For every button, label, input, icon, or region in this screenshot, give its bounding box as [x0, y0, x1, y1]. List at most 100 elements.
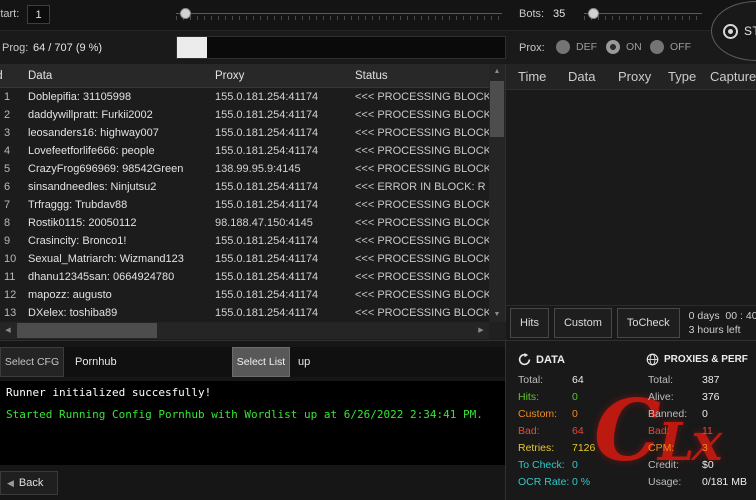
slider-track: [584, 13, 702, 14]
row-proxy: 155.0.181.254:41174: [215, 271, 355, 283]
radio-label: OFF: [670, 41, 691, 53]
table-row[interactable]: 2 daddywillpratt: Furkii2002 155.0.181.2…: [0, 106, 489, 124]
row-proxy: 155.0.181.254:41174: [215, 127, 355, 139]
stat-label: CPM:: [648, 442, 702, 455]
proxy-stats-rows: Total: 387 Alive: 376 Banned: 0 Bad: [648, 374, 747, 489]
row-proxy: 155.0.181.254:41174: [215, 307, 355, 319]
table-row[interactable]: 5 CrazyFrog696969: 98542Green 138.99.95.…: [0, 160, 489, 178]
slider-thumb[interactable]: [588, 8, 599, 19]
start-label: Start:: [0, 8, 19, 20]
top-bar: Start: Bots: 35: [0, 0, 756, 30]
table-row[interactable]: 10 Sexual_Matriarch: Wizmand123 155.0.18…: [0, 250, 489, 268]
row-id: 2: [0, 109, 28, 121]
back-button-label: Back: [19, 477, 43, 489]
table-row[interactable]: 9 Crasincity: Bronco1! 155.0.181.254:411…: [0, 232, 489, 250]
column-header-data[interactable]: Data: [28, 70, 215, 82]
row-id: 6: [0, 181, 28, 193]
start-input[interactable]: [27, 5, 50, 24]
row-data: mapozz: augusto: [28, 289, 215, 301]
table-row[interactable]: 6 sinsandneedles: Ninjutsu2 155.0.181.25…: [0, 178, 489, 196]
start-slider[interactable]: [176, 6, 502, 22]
progress-bar: [176, 36, 506, 59]
table-row[interactable]: 8 Rostik0115: 20050112 98.188.47.150:414…: [0, 214, 489, 232]
stat-row: OCR Rate: 0 %: [518, 476, 595, 489]
results-table: Id Data Proxy Status 1 Doblepifia: 31105…: [0, 64, 506, 340]
stat-row: Hits: 0: [518, 391, 595, 404]
stat-label: OCR Rate:: [518, 476, 572, 489]
data-section-header: DATA: [518, 353, 565, 366]
proxy-mode-def-radio[interactable]: DEF: [556, 40, 597, 54]
stat-row: Total: 387: [648, 374, 747, 387]
scroll-left-icon[interactable]: ◀: [0, 322, 16, 339]
custom-button[interactable]: Custom: [554, 308, 612, 338]
slider-ticks: [176, 16, 502, 20]
results-table-header: Id Data Proxy Status: [0, 64, 489, 88]
stat-value: 376: [702, 391, 720, 404]
data-section-title: DATA: [536, 354, 565, 366]
stat-value: 64: [572, 425, 584, 438]
table-row[interactable]: 12 mapozz: augusto 155.0.181.254:41174 <…: [0, 286, 489, 304]
stat-row: Banned: 0: [648, 408, 747, 421]
stat-value: 64: [572, 374, 584, 387]
vertical-scrollbar-thumb[interactable]: [490, 81, 504, 137]
column-header-capture[interactable]: Capture: [710, 69, 756, 84]
column-header-proxy[interactable]: Proxy: [215, 70, 355, 82]
row-id: 3: [0, 127, 28, 139]
column-header-time[interactable]: Time: [506, 69, 568, 84]
slider-track: [176, 13, 502, 14]
row-status: <<< PROCESSING BLOCK: [355, 289, 489, 301]
scroll-up-icon[interactable]: ▲: [489, 64, 505, 79]
progress-row: Prog: 64 / 707 (9 %) Prox: DEF ON OFF: [0, 30, 756, 64]
row-status: <<< PROCESSING BLOCK: [355, 271, 489, 283]
column-header-data[interactable]: Data: [568, 69, 618, 84]
horizontal-scrollbar-thumb[interactable]: [17, 323, 157, 338]
proxy-mode-off-radio[interactable]: OFF: [650, 40, 691, 54]
radio-circle-icon: [556, 40, 570, 54]
radio-label: DEF: [576, 41, 597, 53]
proxy-mode-on-radio[interactable]: ON: [606, 40, 642, 54]
column-header-proxy[interactable]: Proxy: [618, 69, 668, 84]
stat-row: Retries: 7126: [518, 442, 595, 455]
back-button[interactable]: ◀ Back: [0, 471, 58, 495]
column-header-type[interactable]: Type: [668, 69, 710, 84]
row-proxy: 155.0.181.254:41174: [215, 253, 355, 265]
row-proxy: 155.0.181.254:41174: [215, 145, 355, 157]
stat-label: Hits:: [518, 391, 572, 404]
column-header-id[interactable]: Id: [0, 70, 28, 82]
select-cfg-button[interactable]: Select CFG: [0, 347, 64, 377]
stat-value: 0: [572, 391, 578, 404]
hits-table-body: [506, 90, 756, 305]
table-row[interactable]: 3 leosanders16: highway007 155.0.181.254…: [0, 124, 489, 142]
stat-label: Custom:: [518, 408, 572, 421]
tocheck-button[interactable]: ToCheck: [617, 308, 680, 338]
select-list-button[interactable]: Select List: [232, 347, 290, 377]
stat-value: 387: [702, 374, 720, 387]
vertical-scrollbar[interactable]: ▲ ▼: [489, 64, 505, 322]
bots-slider[interactable]: [584, 6, 702, 22]
progress-fill: [177, 37, 207, 58]
scroll-right-icon[interactable]: ▶: [473, 322, 489, 339]
stat-value: 0: [572, 408, 578, 421]
row-proxy: 155.0.181.254:41174: [215, 181, 355, 193]
table-row[interactable]: 11 dhanu12345san: 0664924780 155.0.181.2…: [0, 268, 489, 286]
hits-button[interactable]: Hits: [510, 308, 549, 338]
scroll-down-icon[interactable]: ▼: [489, 307, 505, 322]
horizontal-scrollbar[interactable]: ◀ ▶: [0, 322, 489, 339]
row-id: 9: [0, 235, 28, 247]
stat-row: Usage: 0/181 MB: [648, 476, 747, 489]
table-row[interactable]: 1 Doblepifia: 31105998 155.0.181.254:411…: [0, 88, 489, 106]
slider-thumb[interactable]: [180, 8, 191, 19]
column-header-status[interactable]: Status: [355, 70, 489, 82]
row-data: DXelex: toshiba89: [28, 307, 215, 319]
row-data: Rostik0115: 20050112: [28, 217, 215, 229]
row-proxy: 155.0.181.254:41174: [215, 235, 355, 247]
row-data: Sexual_Matriarch: Wizmand123: [28, 253, 215, 265]
row-status: <<< PROCESSING BLOCK: [355, 163, 489, 175]
stat-label: Total:: [518, 374, 572, 387]
table-row[interactable]: 4 Lovefeetforlife666: people 155.0.181.2…: [0, 142, 489, 160]
row-id: 11: [0, 271, 28, 283]
table-row[interactable]: 13 DXelex: toshiba89 155.0.181.254:41174…: [0, 304, 489, 322]
table-row[interactable]: 7 Trfraggg: Trubdav88 155.0.181.254:4117…: [0, 196, 489, 214]
stat-value: 0: [572, 459, 578, 472]
row-data: leosanders16: highway007: [28, 127, 215, 139]
